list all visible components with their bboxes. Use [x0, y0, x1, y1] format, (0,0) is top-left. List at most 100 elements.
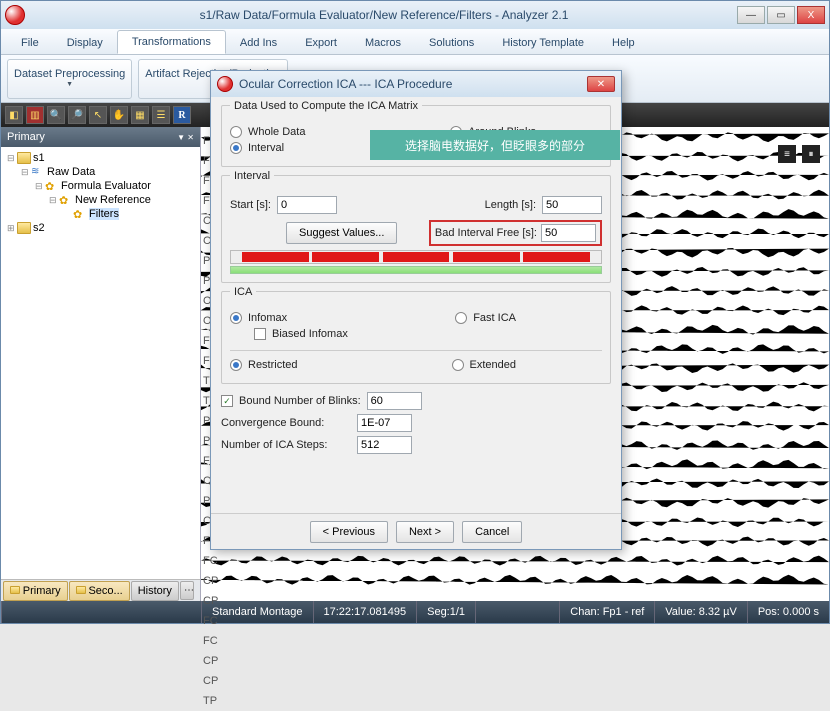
interval-lowbar	[230, 266, 602, 274]
statusbar: Standard Montage 17:22:17.081495 Seg:1/1…	[1, 601, 829, 623]
conv-bound-input[interactable]	[357, 414, 412, 432]
label-restricted: Restricted	[248, 359, 298, 371]
tool-navigator-icon[interactable]: ◧	[5, 106, 23, 124]
tree-node-newref[interactable]: ⊟✿New Reference	[5, 193, 196, 207]
tree-node-s2[interactable]: ⊞s2	[5, 221, 196, 235]
label-extended: Extended	[470, 359, 516, 371]
radio-interval[interactable]	[230, 142, 242, 154]
tool-zoom-out-icon[interactable]: 🔎	[68, 106, 86, 124]
check-bound-blinks[interactable]	[221, 395, 233, 407]
tool-zoom-in-icon[interactable]: 🔍	[47, 106, 65, 124]
label-length: Length [s]:	[485, 199, 536, 211]
tool-chart-icon[interactable]: ▥	[26, 106, 44, 124]
minimize-button[interactable]: —	[737, 6, 765, 24]
check-biased-infomax[interactable]	[254, 328, 266, 340]
previous-button[interactable]: < Previous	[310, 521, 388, 543]
length-input[interactable]	[542, 196, 602, 214]
status-chan: Chan: Fp1 - ref	[559, 601, 654, 623]
app-logo-icon	[5, 5, 25, 25]
menu-macros[interactable]: Macros	[351, 32, 415, 54]
tab-overflow[interactable]: ⋯	[180, 581, 194, 600]
bad-interval-highlight: Bad Interval Free [s]:	[429, 220, 602, 246]
view-pause-icon[interactable]: ⏸	[802, 145, 820, 163]
label-fast-ica: Fast ICA	[473, 312, 516, 324]
gear-icon: ✿	[73, 208, 87, 220]
radio-extended[interactable]	[452, 359, 464, 371]
window-title: s1/Raw Data/Formula Evaluator/New Refere…	[31, 8, 737, 22]
titlebar[interactable]: s1/Raw Data/Formula Evaluator/New Refere…	[1, 1, 829, 29]
group-ica: ICA Infomax Fast ICA Biased Infomax Rest…	[221, 291, 611, 384]
cancel-button[interactable]: Cancel	[462, 521, 522, 543]
chevron-down-icon: ▼ ✕	[177, 133, 194, 142]
menu-help[interactable]: Help	[598, 32, 649, 54]
dialog-title: Ocular Correction ICA --- ICA Procedure	[239, 77, 587, 91]
tool-r-icon[interactable]: R	[173, 106, 191, 124]
menu-display[interactable]: Display	[53, 32, 117, 54]
dialog-close-button[interactable]: ✕	[587, 76, 615, 92]
sidebar: Primary ▼ ✕ ⊟s1 ⊟≋Raw Data ⊟✿Formula Eva…	[1, 127, 201, 601]
ica-steps-input[interactable]	[357, 436, 412, 454]
view-list-icon[interactable]: ≡	[778, 145, 796, 163]
bound-blinks-input[interactable]	[367, 392, 422, 410]
status-time: 17:22:17.081495	[313, 601, 417, 623]
menu-export[interactable]: Export	[291, 32, 351, 54]
menu-file[interactable]: File	[7, 32, 53, 54]
maximize-button[interactable]: ▭	[767, 6, 795, 24]
group-legend: ICA	[230, 286, 256, 298]
dialog-titlebar[interactable]: Ocular Correction ICA --- ICA Procedure …	[211, 71, 621, 97]
label-conv-bound: Convergence Bound:	[221, 417, 351, 429]
dataset-preprocessing-button[interactable]: Dataset Preprocessing ▼	[7, 59, 132, 99]
tab-secondary[interactable]: Seco...	[69, 581, 130, 601]
radio-restricted[interactable]	[230, 359, 242, 371]
tree-node-filters[interactable]: ✿Filters	[5, 207, 196, 221]
label-bound-blinks: Bound Number of Blinks:	[239, 395, 361, 407]
wave-icon: ≋	[31, 166, 45, 178]
annotation-callout: 选择脑电数据好，但眨眼多的部分	[370, 130, 620, 160]
tool-props-icon[interactable]: ☰	[152, 106, 170, 124]
menu-history-template[interactable]: History Template	[488, 32, 598, 54]
group-interval: Interval Start [s]: Length [s]: Suggest …	[221, 175, 611, 283]
radio-infomax[interactable]	[230, 312, 242, 324]
interval-progress[interactable]	[230, 250, 602, 264]
app-logo-icon	[217, 76, 233, 92]
close-button[interactable]: X	[797, 6, 825, 24]
status-seg: Seg:1/1	[416, 601, 475, 623]
ribbon-label: Dataset Preprocessing	[14, 68, 125, 80]
radio-fast-ica[interactable]	[455, 312, 467, 324]
tool-pointer-icon[interactable]: ↖	[89, 106, 107, 124]
tab-history[interactable]: History	[131, 581, 179, 601]
label-ica-steps: Number of ICA Steps:	[221, 439, 351, 451]
next-button[interactable]: Next >	[396, 521, 454, 543]
label-infomax: Infomax	[248, 312, 287, 324]
tree-node-rawdata[interactable]: ⊟≋Raw Data	[5, 165, 196, 179]
label-biased-infomax: Biased Infomax	[272, 328, 348, 340]
menubar: File Display Transformations Add Ins Exp…	[1, 29, 829, 55]
sidebar-tabs: Primary Seco... History ⋯	[1, 579, 200, 601]
suggest-values-button[interactable]: Suggest Values...	[286, 222, 397, 244]
tool-hand-icon[interactable]: ✋	[110, 106, 128, 124]
menu-transformations[interactable]: Transformations	[117, 30, 226, 54]
folder-icon	[17, 222, 31, 234]
menu-addins[interactable]: Add Ins	[226, 32, 291, 54]
tab-primary[interactable]: Primary	[3, 581, 68, 601]
label-start: Start [s]:	[230, 199, 271, 211]
radio-whole-data[interactable]	[230, 126, 242, 138]
dialog-footer: < Previous Next > Cancel	[211, 513, 621, 549]
status-pos: Pos: 0.000 s	[747, 601, 829, 623]
menu-solutions[interactable]: Solutions	[415, 32, 488, 54]
tree-node-s1[interactable]: ⊟s1	[5, 151, 196, 165]
start-input[interactable]	[277, 196, 337, 214]
gear-icon: ✿	[59, 194, 73, 206]
folder-icon	[17, 152, 31, 164]
group-legend: Data Used to Compute the ICA Matrix	[230, 100, 422, 112]
group-legend: Interval	[230, 170, 274, 182]
history-tree[interactable]: ⊟s1 ⊟≋Raw Data ⊟✿Formula Evaluator ⊟✿New…	[1, 147, 200, 579]
chevron-down-icon: ▼	[66, 81, 73, 89]
label-bad-interval: Bad Interval Free [s]:	[435, 227, 537, 239]
label-whole-data: Whole Data	[248, 126, 305, 138]
tool-grid-icon[interactable]: ▦	[131, 106, 149, 124]
tree-node-formula[interactable]: ⊟✿Formula Evaluator	[5, 179, 196, 193]
sidebar-header[interactable]: Primary ▼ ✕	[1, 127, 200, 147]
bad-interval-input[interactable]	[541, 224, 596, 242]
gear-icon: ✿	[45, 180, 59, 192]
